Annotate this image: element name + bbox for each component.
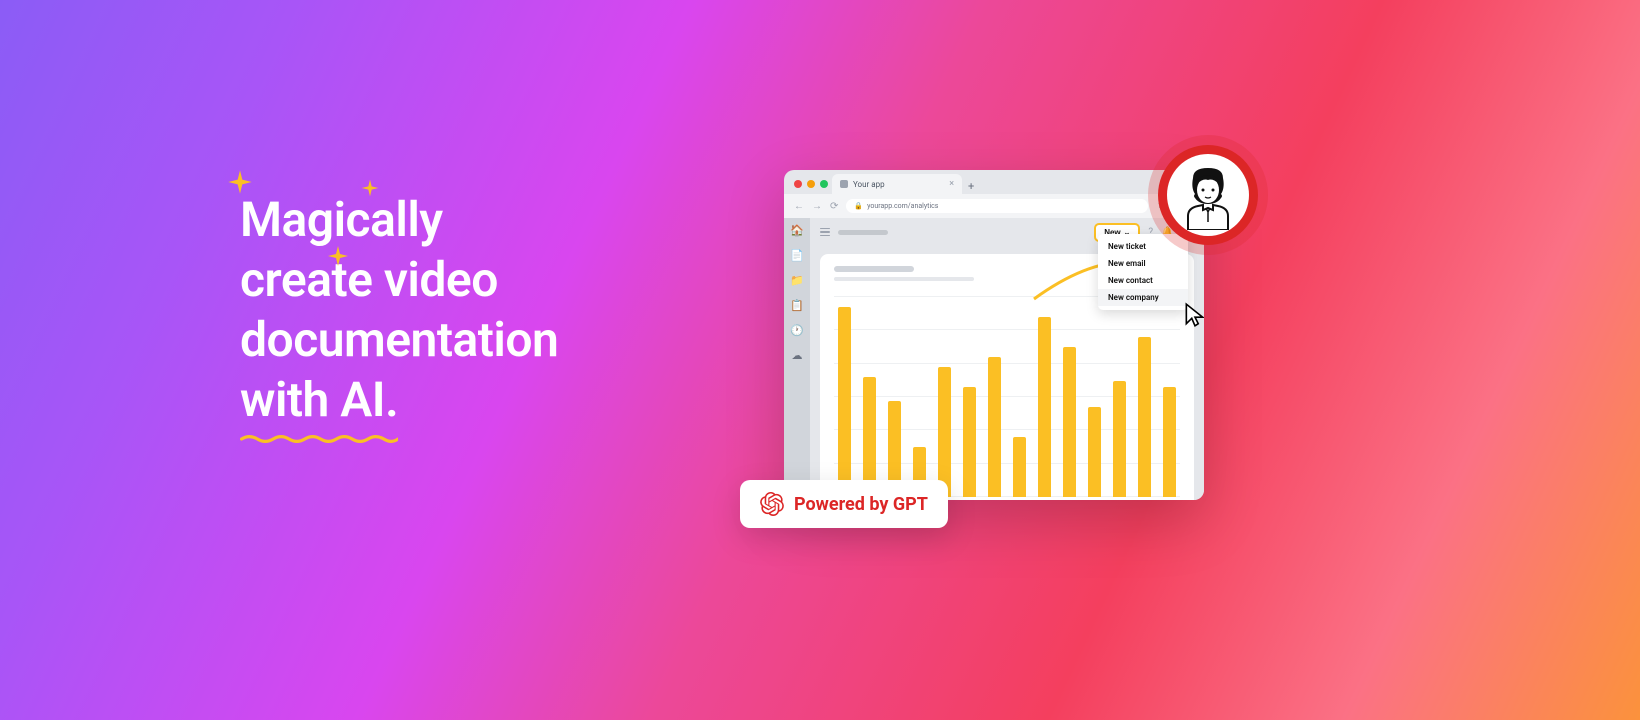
person-icon [1173,160,1243,230]
skeleton-title [834,266,914,272]
sparkle-icon [226,168,254,196]
bar [938,367,951,497]
browser-tab[interactable]: Your app × [832,174,962,194]
dropdown-item[interactable]: New email [1098,255,1188,272]
bar [1013,437,1026,497]
menu-icon[interactable] [820,228,830,237]
bar [838,307,851,497]
skeleton-text [838,230,888,235]
bar [1063,347,1076,497]
headline-line-3: documentation [240,311,558,368]
skeleton-subtitle [834,277,974,281]
badge-text: Powered by GPT [794,494,928,515]
reload-icon[interactable]: ⟳ [830,201,838,212]
sparkle-icon [360,178,380,198]
back-icon[interactable]: ← [794,201,804,212]
bar [1138,337,1151,497]
openai-icon [760,492,784,516]
home-icon[interactable]: 🏠 [790,224,804,237]
headline-line-1: Magically [240,191,443,248]
bar [1038,317,1051,497]
headline-line-4: with AI. [240,370,398,430]
bar-chart [834,297,1180,497]
dropdown-item[interactable]: New contact [1098,272,1188,289]
bar [963,387,976,497]
lock-icon: 🔒 [854,202,863,210]
sparkle-icon [326,244,350,268]
window-controls [794,180,828,188]
favicon-icon [840,180,848,188]
dropdown-item[interactable]: New company [1098,289,1188,306]
powered-by-badge: Powered by GPT [740,480,948,528]
document-icon[interactable]: 📄 [790,249,804,262]
clock-icon[interactable]: 🕐 [790,324,804,337]
new-tab-icon[interactable]: + [968,180,974,193]
address-bar-row: ← → ⟳ 🔒 yourapp.com/analytics ⇧ ☆ g [784,194,1204,218]
clipboard-icon[interactable]: 📋 [790,299,804,312]
cursor-icon [1182,302,1204,332]
hero-headline: Magically create video documentation wit… [240,190,558,430]
address-bar[interactable]: 🔒 yourapp.com/analytics [846,199,1148,213]
avatar [1158,145,1258,245]
close-icon[interactable]: × [949,179,954,189]
cloud-icon[interactable]: ☁ [792,349,803,362]
bar [1088,407,1101,497]
headline-line-2: create video [240,251,498,308]
folder-icon[interactable]: 📁 [790,274,804,287]
bar [1113,381,1126,497]
dropdown-item[interactable]: New ticket [1098,238,1188,255]
bar [863,377,876,497]
url-text: yourapp.com/analytics [867,202,938,210]
bar [1163,387,1176,497]
sidebar: 🏠 📄 📁 📋 🕐 ☁ [784,218,810,500]
new-dropdown-menu: New ticketNew emailNew contactNew compan… [1098,234,1188,310]
forward-icon[interactable]: → [812,201,822,212]
tab-title: Your app [853,180,885,189]
bar [988,357,1001,497]
browser-mockup: Your app × + ← → ⟳ 🔒 yourapp.com/analyti… [784,170,1204,500]
